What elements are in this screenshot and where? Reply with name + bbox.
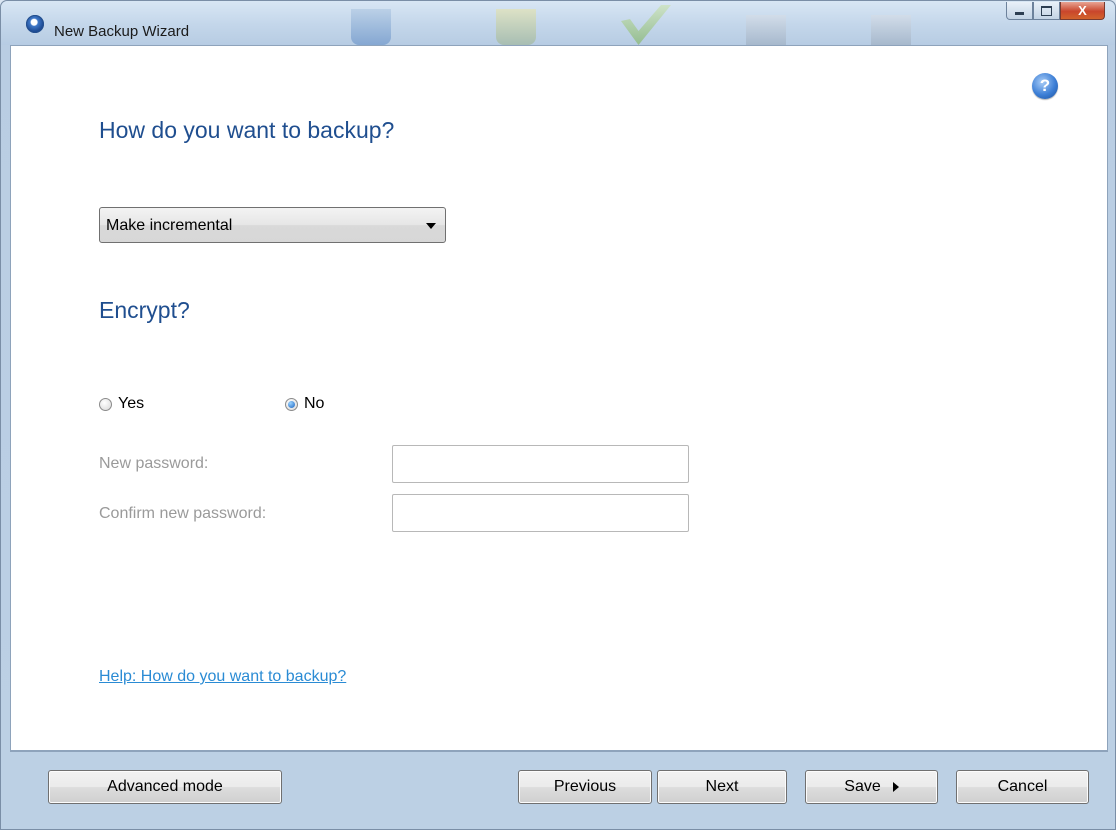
confirm-password-label: Confirm new password: xyxy=(99,505,267,522)
wizard-content xyxy=(10,45,1108,752)
advanced-mode-label: Advanced mode xyxy=(107,778,223,795)
minimize-icon xyxy=(1015,12,1024,15)
window-title: New Backup Wizard xyxy=(54,23,190,40)
save-button[interactable]: Save xyxy=(805,770,938,804)
new-password-label: New password: xyxy=(99,455,209,472)
save-label: Save xyxy=(844,778,881,795)
dropdown-arrow-icon xyxy=(426,223,436,229)
close-button[interactable]: X xyxy=(1060,2,1105,20)
cancel-button[interactable]: Cancel xyxy=(956,770,1089,804)
minimize-button[interactable] xyxy=(1006,2,1033,20)
submenu-arrow-icon xyxy=(892,782,899,792)
new-password-field[interactable] xyxy=(392,445,689,483)
help-link[interactable]: Help: How do you want to backup? xyxy=(99,668,346,686)
advanced-mode-button[interactable]: Advanced mode xyxy=(48,770,282,804)
background-decor-icon xyxy=(351,9,391,45)
checkmark-decor-icon xyxy=(621,5,671,45)
encrypt-no-radio[interactable] xyxy=(285,397,298,411)
close-icon: X xyxy=(1078,3,1087,18)
backup-mode-select[interactable]: Make incremental xyxy=(99,207,446,243)
backup-heading: How do you want to backup? xyxy=(99,117,395,143)
next-label: Next xyxy=(705,778,739,795)
encrypt-no-label: No xyxy=(304,395,325,412)
encrypt-yes-radio[interactable] xyxy=(99,397,112,411)
maximize-icon xyxy=(1041,5,1052,16)
help-icon-glyph: ? xyxy=(1039,76,1051,95)
backup-mode-value: Make incremental xyxy=(106,217,233,234)
help-icon[interactable]: ? xyxy=(1032,73,1058,99)
wizard-window: New Backup Wizard X ? How do you want to… xyxy=(0,0,1116,830)
encrypt-no-option[interactable]: No xyxy=(285,395,324,413)
background-decor-icon xyxy=(746,15,786,45)
cancel-label: Cancel xyxy=(997,778,1048,795)
previous-label: Previous xyxy=(553,778,617,795)
background-decor-icon xyxy=(496,9,536,45)
caption-buttons: X xyxy=(1006,2,1105,20)
background-decor-icon xyxy=(871,15,911,45)
next-button[interactable]: Next xyxy=(657,770,787,804)
app-icon xyxy=(26,15,44,33)
encrypt-yes-option[interactable]: Yes xyxy=(99,395,144,413)
encrypt-yes-label: Yes xyxy=(118,395,145,412)
title-bar[interactable]: New Backup Wizard X xyxy=(1,1,1115,45)
maximize-button[interactable] xyxy=(1033,2,1060,20)
confirm-password-field[interactable] xyxy=(392,494,689,532)
footer-divider xyxy=(10,750,1108,751)
previous-button[interactable]: Previous xyxy=(518,770,652,804)
encrypt-heading: Encrypt? xyxy=(99,297,190,323)
